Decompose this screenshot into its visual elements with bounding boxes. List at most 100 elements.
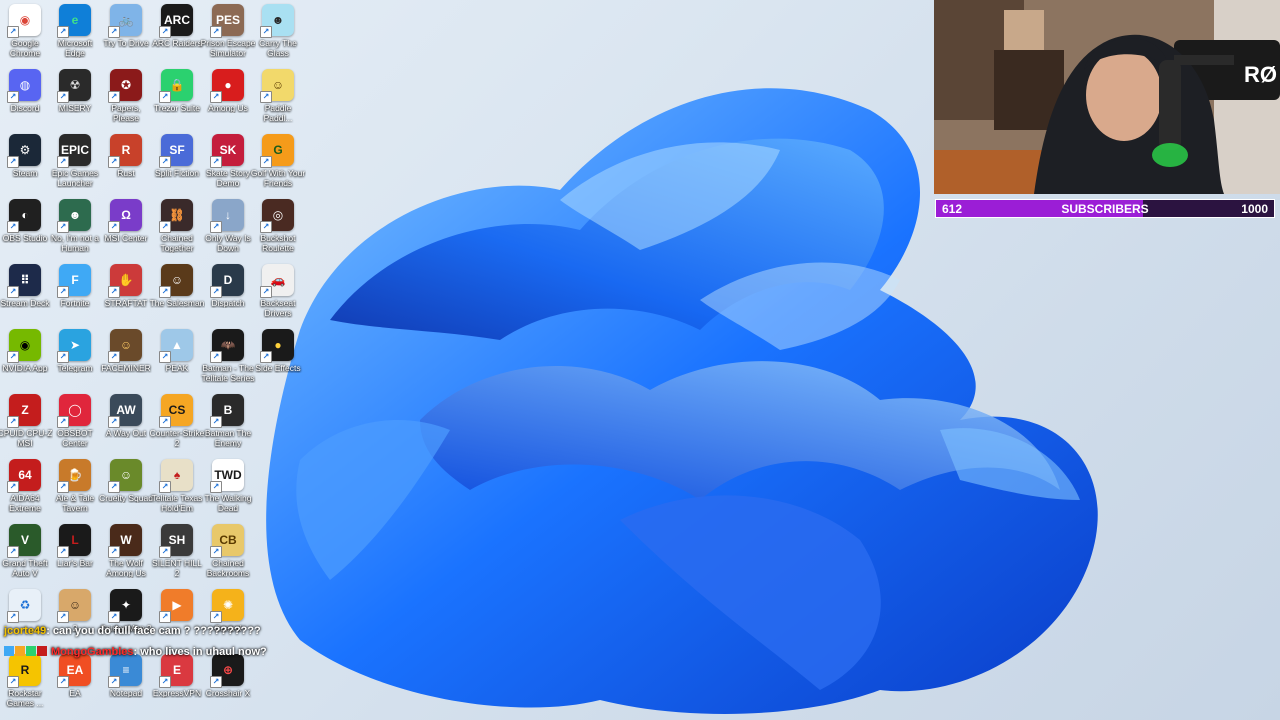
shortcut-arrow-icon: ↗ [108, 676, 120, 688]
desktop-icon[interactable]: Ω ↗ MSI Center [101, 199, 151, 261]
desktop-icon[interactable]: ☺ ↗ Paddle Paddl... [253, 69, 303, 131]
desktop-icon[interactable]: ♻ ↗ [0, 589, 50, 651]
app-icon-glyph: B [223, 403, 233, 417]
app-icon-glyph: ⊕ [222, 663, 234, 677]
app-icon-glyph: ♠ [173, 468, 181, 482]
app-icon: ≡ ↗ [108, 654, 142, 688]
shortcut-arrow-icon: ↗ [210, 286, 222, 298]
desktop-icon[interactable]: EPIC ↗ Epic Games Launcher [50, 134, 100, 196]
desktop-icon[interactable]: L ↗ Liar's Bar [50, 524, 100, 586]
desktop-icon[interactable]: ▲ ↗ PEAK [152, 329, 202, 391]
desktop-icon-label: MSI Center [104, 233, 148, 243]
desktop-icon[interactable]: ✪ ↗ Papers, Please [101, 69, 151, 131]
desktop-icon-label: PEAK [165, 363, 189, 373]
desktop-icon[interactable]: ☺ ↗ 2 [50, 589, 100, 651]
app-icon: ⛓ ↗ [159, 199, 193, 233]
desktop-icon[interactable]: AW ↗ A Way Out [101, 394, 151, 456]
desktop-icon[interactable]: ▶ ↗ [152, 589, 202, 651]
desktop-icon[interactable]: 🚗 ↗ Backseat Drivers [253, 264, 303, 326]
desktop-icon[interactable]: D ↗ Dispatch [203, 264, 253, 326]
app-icon: e ↗ [57, 4, 91, 38]
app-icon-glyph: ◯ [68, 403, 82, 417]
app-icon-glyph: ☢ [69, 78, 81, 92]
app-icon-glyph: ☻ [271, 13, 285, 27]
desktop-icon[interactable]: ✦ ↗ Spider-Man 2 [100, 589, 152, 651]
desktop-icon[interactable]: ☺ ↗ Cruelty Squad [99, 459, 153, 521]
app-icon: 🍺 ↗ [57, 459, 91, 493]
app-icon-glyph: V [20, 533, 29, 547]
desktop-icon[interactable]: ● ↗ Side Effects [253, 329, 303, 391]
desktop-icon[interactable]: ≡ ↗ Notepad [101, 654, 151, 716]
app-icon-glyph: ≡ [122, 663, 130, 677]
desktop-icon[interactable]: ♠ ↗ Telltale Texas Hold'Em [152, 459, 202, 521]
desktop-icon[interactable]: ◉ ↗ NVIDIA App [0, 329, 50, 391]
desktop-icon[interactable]: ☻ ↗ Carry The Glass [253, 4, 303, 66]
shortcut-arrow-icon: ↗ [210, 611, 222, 623]
desktop-icon[interactable]: ↓ ↗ Only Way Is Down [203, 199, 253, 261]
desktop-icon[interactable]: TWD ↗ The Walking Dead [203, 459, 253, 521]
app-icon-glyph: 🚲 [118, 13, 134, 27]
desktop-icon[interactable]: ➤ ↗ Telegram [50, 329, 100, 391]
desktop-icon[interactable]: SK ↗ Skate Story Demo [203, 134, 253, 196]
desktop-icon[interactable]: ARC ↗ ARC Raiders [152, 4, 202, 66]
desktop-icon[interactable]: ◐ ↗ OBS Studio [0, 199, 50, 261]
desktop-icon[interactable]: 🦇 ↗ Batman - The Telltale Series [202, 329, 254, 391]
desktop-icon[interactable] [253, 654, 303, 716]
desktop-icon[interactable]: EA ↗ EA [50, 654, 100, 716]
shortcut-arrow-icon: ↗ [7, 286, 19, 298]
shortcut-arrow-icon: ↗ [108, 416, 120, 428]
desktop-icon[interactable]: R ↗ Rockstar Games ... [0, 654, 50, 716]
desktop-icon[interactable] [253, 394, 303, 456]
desktop-icon[interactable]: ☺ ↗ The Salesman [150, 264, 204, 326]
desktop-icon-label: Golf With Your Friends [250, 168, 306, 188]
desktop-icon[interactable]: ◎ ↗ Buckshot Roulette [253, 199, 303, 261]
desktop-icon[interactable]: B ↗ Batman The Enemy [203, 394, 253, 456]
desktop-icon-label: OBSBOT Center [57, 428, 93, 448]
desktop-icon[interactable] [253, 524, 303, 586]
desktop-icon[interactable]: E ↗ ExpressVPN [152, 654, 202, 716]
desktop-icon[interactable]: 64 ↗ AIDA64 Extreme [0, 459, 50, 521]
desktop-icon[interactable]: 🍺 ↗ Ale & Tale Tavern [50, 459, 100, 521]
app-icon: ☺ ↗ [108, 329, 142, 363]
desktop-icon[interactable]: ☺ ↗ FACEMINER [101, 329, 151, 391]
desktop-icon[interactable]: PES ↗ Prison Escape Simulator [201, 4, 255, 66]
app-icon-glyph: 🔒 [169, 78, 185, 92]
app-icon: ↓ ↗ [210, 199, 244, 233]
desktop-icon[interactable]: ◉ ↗ Google Chrome [0, 4, 50, 66]
desktop-icon[interactable]: 🔒 ↗ Trezor Suite [152, 69, 202, 131]
desktop-icon-label: CPUID CPU-Z MSI [0, 428, 53, 448]
desktop-icon[interactable]: F ↗ Fortnite [50, 264, 100, 326]
desktop-icon-label: Skate Story Demo [206, 168, 250, 188]
desktop-icon[interactable]: ⛓ ↗ Chained Together [152, 199, 202, 261]
desktop-icon[interactable]: W ↗ The Wolf Among Us [101, 524, 151, 586]
shortcut-arrow-icon: ↗ [57, 286, 69, 298]
desktop-icon[interactable]: ● ↗ Among Us [203, 69, 253, 131]
desktop-icon[interactable] [253, 459, 303, 521]
desktop-icon[interactable]: ⠿ ↗ Stream Deck [0, 264, 50, 326]
desktop-icon[interactable]: e ↗ Microsoft Edge [50, 4, 100, 66]
desktop-icon[interactable]: Z ↗ CPUID CPU-Z MSI [0, 394, 53, 456]
app-icon-glyph: ⛓ [169, 208, 185, 222]
desktop-icon[interactable]: ◯ ↗ OBSBOT Center [50, 394, 100, 456]
desktop-icon-label: Cruelty Squad [99, 493, 153, 503]
desktop-icon[interactable]: CB ↗ Chained Backrooms [203, 524, 253, 586]
subscriber-goal-bar: 612 SUBSCRIBERS 1000 [935, 199, 1275, 218]
desktop-icon[interactable]: ⚙ ↗ Steam [0, 134, 50, 196]
desktop-icon[interactable]: ✋ ↗ STRAFTAT [101, 264, 151, 326]
desktop-icon[interactable]: G ↗ Golf With Your Friends [250, 134, 306, 196]
desktop-icon[interactable]: ◍ ↗ Discord [0, 69, 50, 131]
desktop-icon[interactable] [253, 589, 303, 651]
desktop-icon[interactable]: SF ↗ Split Fiction [152, 134, 202, 196]
shortcut-arrow-icon: ↗ [57, 481, 69, 493]
desktop-icon[interactable]: R ↗ Rust [101, 134, 151, 196]
desktop-icon[interactable]: ☻ ↗ No, I'm not a Human [50, 199, 100, 261]
app-icon: ◉ ↗ [7, 4, 41, 38]
app-icon: SK ↗ [210, 134, 244, 168]
desktop-icon[interactable]: 🚲 ↗ Try To Drive [101, 4, 151, 66]
desktop-icon[interactable]: V ↗ Grand Theft Auto V [0, 524, 50, 586]
desktop-icon[interactable]: ✺ ↗ Control [203, 589, 253, 651]
desktop-icon[interactable]: ⊕ ↗ Crosshair X [203, 654, 253, 716]
desktop-icon[interactable]: CS ↗ Counter-Strike 2 [150, 394, 204, 456]
desktop-icon[interactable]: ☢ ↗ MISERY [50, 69, 100, 131]
desktop-icon[interactable]: SH ↗ SILENT HILL 2 [152, 524, 202, 586]
